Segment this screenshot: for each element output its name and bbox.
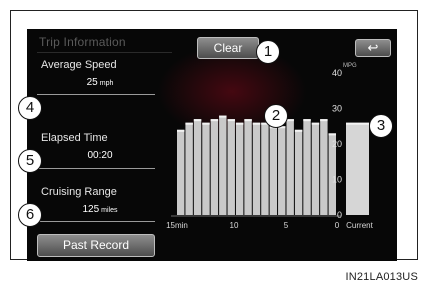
history-bar [210, 119, 219, 215]
history-bar [227, 119, 235, 215]
history-bar [252, 122, 261, 215]
history-bar [261, 122, 269, 215]
history-bar-cap [286, 119, 294, 122]
trip-information-screen: Trip Information Clear ↩ Average Speed 2… [27, 29, 397, 261]
history-bar-cap [177, 129, 185, 132]
history-bar-cap [193, 119, 202, 122]
callout-4: 4 [18, 96, 42, 120]
y-tick-label: 30 [332, 104, 342, 114]
history-bar [193, 119, 202, 215]
history-bar [286, 119, 294, 215]
history-bar [311, 122, 320, 215]
history-bar [219, 115, 227, 215]
y-tick-label: 40 [332, 68, 342, 78]
y-tick-label: 10 [332, 175, 342, 185]
history-bar [235, 122, 244, 215]
history-bar [202, 122, 210, 215]
current-bar [346, 122, 369, 215]
history-bar [269, 126, 278, 215]
history-bar-cap [252, 122, 261, 125]
history-bar [177, 129, 185, 215]
figure-id: IN21LA013US [345, 271, 418, 283]
history-bar-cap [244, 119, 252, 122]
callout-6: 6 [18, 203, 42, 227]
current-bar-cap [346, 122, 369, 125]
history-bar-cap [219, 115, 227, 118]
x-tick-label: 0 [335, 221, 340, 230]
history-bar [278, 126, 286, 215]
history-bar-cap [303, 119, 311, 122]
unit-label: MPG [343, 63, 357, 69]
history-bar-cap [185, 122, 193, 125]
history-bar [244, 119, 252, 215]
history-bar-cap [328, 133, 336, 136]
history-bar [185, 122, 193, 215]
history-bar-cap [227, 119, 235, 122]
callout-1: 1 [256, 40, 280, 64]
history-bar [294, 129, 303, 215]
history-bar-cap [311, 122, 320, 125]
x-tick-label: 15min [166, 221, 188, 230]
history-bar [303, 119, 311, 215]
fuel-economy-chart: 15min 10 5 0 Current MPG40 30 20 10 0 [166, 63, 374, 230]
y-tick-label: 20 [332, 139, 342, 149]
current-label: Current [346, 221, 373, 230]
history-bar-cap [320, 119, 328, 122]
history-bar-cap [202, 122, 210, 125]
y-tick-label: 0 [337, 210, 342, 220]
history-bar-cap [210, 119, 219, 122]
history-bar-cap [294, 129, 303, 132]
callout-2: 2 [264, 104, 288, 128]
history-bar [320, 119, 328, 215]
history-bar-cap [235, 122, 244, 125]
x-tick-label: 5 [284, 221, 289, 230]
callout-5: 5 [18, 149, 42, 173]
callout-3: 3 [369, 114, 393, 138]
x-tick-label: 10 [230, 221, 239, 230]
